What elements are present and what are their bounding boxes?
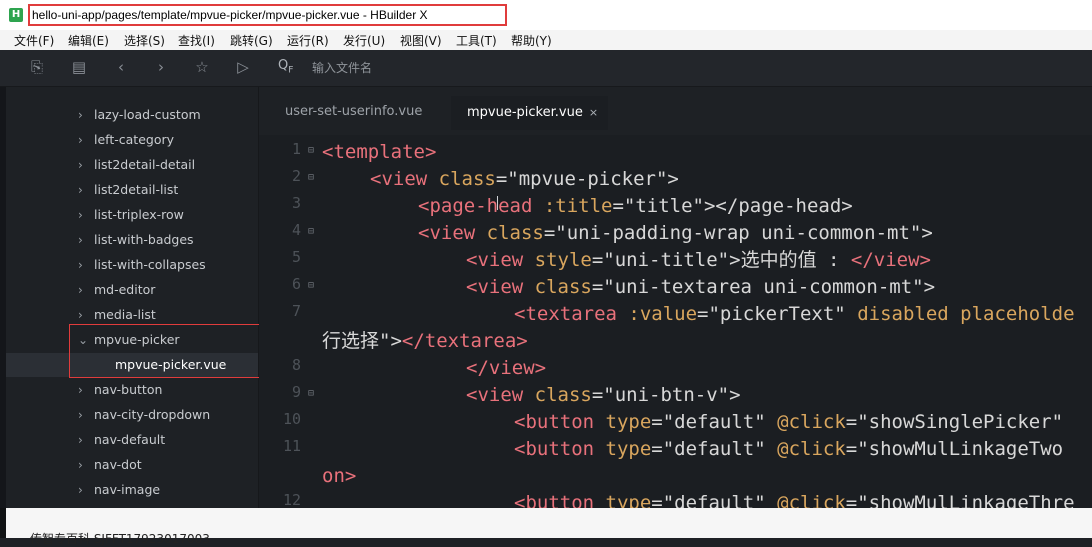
editor-tab-bar: user-set-userinfo.vue mpvue-picker.vue × [259, 87, 1092, 135]
code-line: <view style="uni-title">选中的值 : </view> [466, 249, 931, 271]
tree-item-list-triplex-row[interactable]: › list-triplex-row [6, 203, 258, 227]
tree-item-nav-city-dropdown[interactable]: › nav-city-dropdown [6, 403, 258, 427]
chevron-right-icon: › [78, 408, 83, 422]
fold-icon[interactable]: ⊟ [308, 388, 314, 399]
fold-icon[interactable]: ⊟ [308, 145, 314, 156]
code-line: </view> [466, 357, 547, 379]
save-icon[interactable]: ▤ [70, 58, 88, 76]
code-content[interactable]: <template> <view class="mpvue-picker"> <… [322, 135, 1092, 508]
menu-file[interactable]: 文件(F) [14, 32, 54, 49]
line-number: 2 [291, 167, 301, 185]
code-line-wrapped: on> [322, 465, 357, 487]
fold-icon[interactable]: ⊟ [308, 172, 314, 183]
chevron-right-icon: › [78, 458, 83, 472]
chevron-right-icon: › [78, 483, 83, 497]
line-number: 12 [282, 491, 301, 508]
tree-item-nav-button[interactable]: › nav-button [6, 378, 258, 402]
chevron-right-icon: › [78, 183, 83, 197]
chevron-right-icon: › [78, 208, 83, 222]
tab-user-set-userinfo[interactable]: user-set-userinfo.vue [285, 101, 422, 123]
tab-mpvue-picker[interactable]: mpvue-picker.vue × [451, 96, 609, 130]
menu-run[interactable]: 运行(R) [287, 32, 329, 49]
line-number: 6 [291, 275, 301, 293]
title-bar: H hello-uni-app/pages/template/mpvue-pic… [0, 0, 1092, 30]
tree-item-mpvue-picker[interactable]: ⌄ mpvue-picker [6, 328, 258, 352]
toolbar: ⎘ ▤ ‹ › ☆ ▷ QF [0, 50, 1092, 87]
mouse-cursor [497, 196, 498, 210]
chevron-right-icon: › [78, 133, 83, 147]
search-icon[interactable]: QF [278, 58, 293, 76]
code-editor[interactable]: user-set-userinfo.vue mpvue-picker.vue × … [259, 87, 1092, 508]
tree-item-lazy-load-custom[interactable]: › lazy-load-custom [6, 103, 258, 127]
line-number: 11 [282, 437, 301, 455]
chevron-right-icon: › [78, 433, 83, 447]
line-number: 7 [291, 302, 301, 320]
project-tree: › lazy-load-custom › left-category › list2d… [6, 87, 259, 508]
line-number: 10 [282, 410, 301, 428]
code-line: <view class="mpvue-picker"> [370, 168, 679, 190]
code-line: <button type="default" @click="showSingl… [514, 411, 1064, 433]
hbuilder-app-icon: H [9, 8, 23, 22]
star-icon[interactable]: ☆ [193, 58, 211, 76]
line-number-gutter: 1 ⊟ 2 ⊟ 3 4 ⊟ 5 6 ⊟ 7 8 9 ⊟ 10 11 12 [259, 135, 319, 508]
line-number: 4 [291, 221, 301, 239]
code-line: <template> [322, 141, 437, 163]
chevron-right-icon: › [78, 283, 83, 297]
chevron-down-icon: ⌄ [78, 333, 89, 347]
tree-item-md-editor[interactable]: › md-editor [6, 278, 258, 302]
file-search-input[interactable] [310, 59, 514, 77]
chevron-right-icon: › [78, 233, 83, 247]
tree-item-media-list[interactable]: › media-list [6, 303, 258, 327]
menu-help[interactable]: 帮助(Y) [511, 32, 552, 49]
line-number: 1 [291, 140, 301, 158]
code-line-wrapped: 行选择"></textarea> [322, 330, 528, 352]
code-line: <button type="default" @click="showMulLi… [514, 492, 1075, 508]
tree-item-list-with-collapses[interactable]: › list-with-collapses [6, 253, 258, 277]
fold-icon[interactable]: ⊟ [308, 226, 314, 237]
chevron-right-icon: › [78, 383, 83, 397]
code-line: <textarea :value="pickerText" disabled p… [514, 303, 1075, 325]
tree-item-list2detail-detail[interactable]: › list2detail-detail [6, 153, 258, 177]
chevron-right-icon: › [78, 158, 83, 172]
chevron-right-icon: › [78, 308, 83, 322]
line-number: 8 [291, 356, 301, 374]
tree-item-nav-default[interactable]: › nav-default [6, 428, 258, 452]
menu-goto[interactable]: 跳转(G) [230, 32, 273, 49]
line-number: 5 [291, 248, 301, 266]
chevron-right-icon: › [78, 258, 83, 272]
back-icon[interactable]: ‹ [112, 58, 130, 76]
menu-view[interactable]: 视图(V) [400, 32, 442, 49]
code-line: <page-head :title="title"></page-head> [418, 195, 853, 217]
forward-icon[interactable]: › [152, 58, 170, 76]
code-line: <view class="uni-padding-wrap uni-common… [418, 222, 933, 244]
menu-edit[interactable]: 编辑(E) [68, 32, 109, 49]
status-bar: 传智专百科 SJFFT17923017003 [0, 508, 1092, 546]
code-line: <button type="default" @click="showMulLi… [514, 438, 1064, 460]
code-line: <view class="uni-btn-v"> [466, 384, 741, 406]
line-number: 3 [291, 194, 301, 212]
tree-item-left-category[interactable]: › left-category [6, 128, 258, 152]
menu-tools[interactable]: 工具(T) [456, 32, 497, 49]
new-file-icon[interactable]: ⎘ [28, 58, 46, 76]
tree-item-mpvue-picker-vue[interactable]: mpvue-picker.vue [6, 353, 258, 377]
tree-item-nav-image[interactable]: › nav-image [6, 478, 258, 502]
run-icon[interactable]: ▷ [234, 58, 252, 76]
line-number: 9 [291, 383, 301, 401]
menu-select[interactable]: 选择(S) [124, 32, 165, 49]
tree-item-list-with-badges[interactable]: › list-with-badges [6, 228, 258, 252]
chevron-right-icon: › [78, 108, 83, 122]
status-text: 传智专百科 SJFFT17923017003 [30, 532, 210, 546]
menu-bar: 文件(F) 编辑(E) 选择(S) 查找(I) 跳转(G) 运行(R) 发行(U… [0, 30, 1092, 50]
status-left-edge [0, 508, 6, 538]
tree-item-nav-dot[interactable]: › nav-dot [6, 453, 258, 477]
code-line: <view class="uni-textarea uni-common-mt"… [466, 276, 936, 298]
window-title: hello-uni-app/pages/template/mpvue-picke… [28, 4, 507, 26]
menu-publish[interactable]: 发行(U) [343, 32, 385, 49]
menu-find[interactable]: 查找(I) [178, 32, 215, 49]
tree-item-list2detail-list[interactable]: › list2detail-list [6, 178, 258, 202]
close-icon[interactable]: × [589, 106, 598, 119]
fold-icon[interactable]: ⊟ [308, 280, 314, 291]
